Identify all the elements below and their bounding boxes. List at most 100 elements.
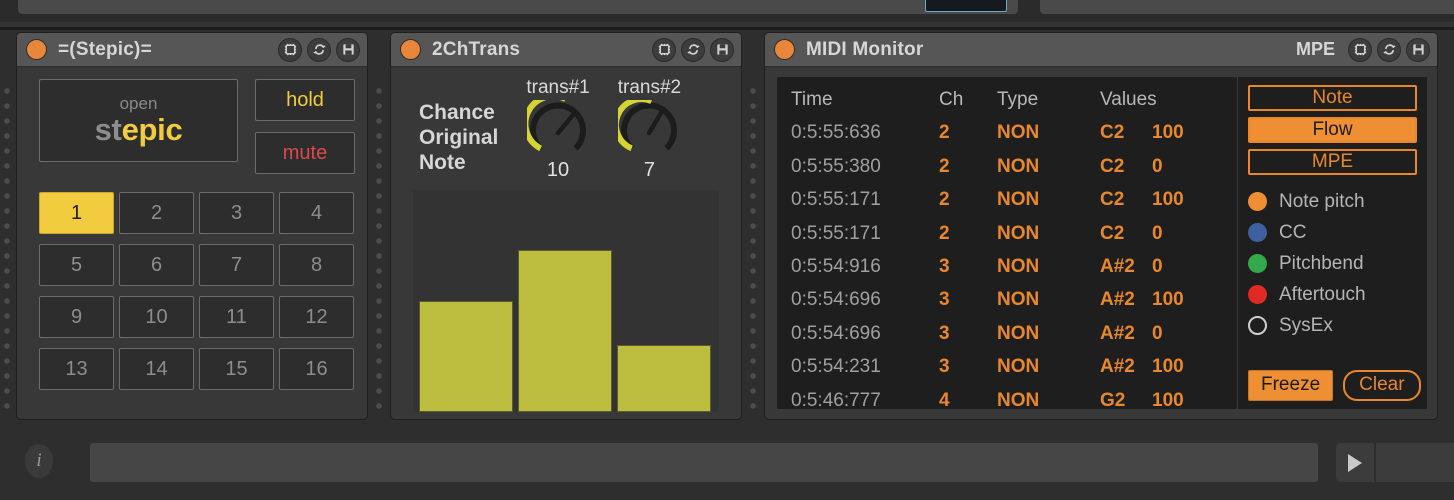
table-row: 3 — [939, 356, 950, 378]
save-icon[interactable] — [336, 37, 360, 62]
step-pad[interactable]: 4 — [279, 192, 354, 234]
freeze-button[interactable]: Freeze — [1248, 370, 1334, 401]
table-row: 3 — [939, 256, 950, 278]
tab-mpe[interactable]: MPE — [1248, 149, 1417, 175]
midi-event-table[interactable]: Time Ch Type Values 0:5:55:636 2 NON C2 … — [777, 77, 1237, 411]
device-2chtrans[interactable]: 2ChTrans Chance Original Note trans#1 10… — [390, 32, 742, 420]
device-midi-monitor[interactable]: MIDI Monitor MPE Time Ch Type Values 0:5… — [764, 32, 1438, 420]
clip-slot-selected[interactable] — [925, 0, 1007, 12]
knob-trans1-label: trans#1 — [526, 77, 590, 98]
device-2chtrans-header[interactable]: 2ChTrans — [391, 33, 741, 67]
power-led-icon[interactable] — [400, 39, 421, 60]
step-pad[interactable]: 12 — [279, 296, 354, 338]
sync-icon[interactable] — [1377, 37, 1401, 62]
step-pad[interactable]: 6 — [119, 244, 194, 286]
tab-flow[interactable]: Flow — [1248, 117, 1417, 143]
info-icon[interactable]: i — [25, 444, 53, 478]
step-pad[interactable]: 7 — [199, 244, 274, 286]
knob-trans2-label: trans#2 — [617, 77, 682, 98]
device-stepic-header[interactable]: =(Stepic)= — [17, 33, 367, 67]
column-header-time: Time — [791, 89, 833, 110]
step-pad[interactable]: 3 — [199, 192, 274, 234]
knob-trans2-dial[interactable] — [618, 100, 680, 162]
chart-bar — [518, 249, 612, 412]
stepic-logo: stepic — [94, 111, 183, 147]
chance-bar-chart — [413, 190, 719, 412]
pitchbend-dot-icon — [1248, 254, 1267, 273]
status-text-field[interactable] — [90, 443, 1318, 482]
cc-dot-icon — [1248, 223, 1267, 242]
step-pad[interactable]: 1 — [39, 192, 114, 234]
device-grip-rail-right[interactable] — [746, 87, 760, 417]
play-button[interactable] — [1336, 443, 1374, 482]
hold-button[interactable]: hold — [255, 79, 355, 121]
knob-group: trans#1 10 trans#2 7 — [526, 77, 681, 182]
device-grip-rail-middle[interactable] — [372, 87, 386, 417]
step-pad[interactable]: 8 — [279, 244, 354, 286]
step-pad[interactable]: 13 — [39, 348, 114, 390]
table-row: A#2 — [1100, 322, 1135, 344]
step-pad[interactable]: 14 — [119, 348, 194, 390]
legend-label: Pitchbend — [1279, 252, 1364, 274]
step-pad[interactable]: 9 — [39, 296, 114, 338]
table-row: NON — [997, 289, 1040, 311]
legend-item-cc: CC — [1248, 217, 1417, 248]
device-stepic[interactable]: =(Stepic)= open stepic hold mute 1 2 3 4… — [16, 32, 368, 420]
step-pad[interactable]: 16 — [279, 348, 354, 390]
mode-label-line: Chance — [419, 101, 495, 124]
table-row: NON — [997, 256, 1040, 278]
device-stepic-body: open stepic hold mute 1 2 3 4 5 6 7 8 9 … — [17, 67, 367, 419]
power-led-icon[interactable] — [774, 39, 795, 60]
device-grip-rail-left[interactable] — [0, 87, 14, 417]
step-pad[interactable]: 10 — [119, 296, 194, 338]
tab-note[interactable]: Note — [1248, 85, 1417, 111]
mode-label-line: Original — [419, 125, 499, 149]
device-stepic-title: =(Stepic)= — [58, 38, 152, 60]
clear-button[interactable]: Clear — [1343, 370, 1421, 401]
midi-monitor-sidebar: Note Flow MPE Note pitch CC Pitchbend Af… — [1237, 77, 1427, 409]
table-row: 2 — [939, 155, 950, 177]
knob-trans1-dial[interactable] — [527, 100, 589, 162]
stepic-logo-prefix: st — [94, 111, 122, 147]
transport-extra-area[interactable] — [1376, 443, 1454, 482]
table-row: 2 — [939, 122, 950, 144]
table-row: 4 — [939, 389, 950, 411]
chip-icon[interactable] — [278, 37, 302, 62]
step-pad[interactable]: 5 — [39, 244, 114, 286]
table-row: 100 — [1152, 289, 1184, 311]
play-triangle-icon — [1348, 453, 1362, 472]
chip-icon[interactable] — [652, 37, 676, 62]
save-icon[interactable] — [1406, 37, 1430, 62]
table-row: NON — [997, 155, 1040, 177]
open-stepic-button[interactable]: open stepic — [39, 79, 238, 162]
step-pad[interactable]: 11 — [199, 296, 274, 338]
table-row: 0 — [1152, 322, 1163, 344]
clip-slot-left[interactable] — [18, 0, 1018, 14]
step-pad[interactable]: 15 — [199, 348, 274, 390]
legend-label: Aftertouch — [1279, 283, 1366, 305]
clip-slot-right[interactable] — [1040, 0, 1454, 14]
table-row: 100 — [1152, 356, 1184, 378]
table-row: 0:5:54:231 — [791, 356, 881, 378]
table-row: 0:5:46:777 — [791, 389, 881, 411]
chip-icon[interactable] — [1348, 37, 1372, 62]
sync-icon[interactable] — [681, 37, 705, 62]
table-row: A#2 — [1100, 356, 1135, 378]
mpe-tag: MPE — [1295, 39, 1335, 59]
table-row: C2 — [1100, 222, 1125, 244]
column-header-ch: Ch — [939, 89, 964, 110]
device-2chtrans-title: 2ChTrans — [432, 38, 521, 60]
knob-trans1[interactable]: trans#1 10 — [526, 77, 589, 182]
arrangement-strip — [0, 0, 1454, 22]
step-pad[interactable]: 2 — [119, 192, 194, 234]
knob-trans2[interactable]: trans#2 7 — [618, 77, 681, 182]
mute-button[interactable]: mute — [255, 132, 355, 174]
save-icon[interactable] — [710, 37, 734, 62]
power-led-icon[interactable] — [26, 39, 47, 60]
table-row: 0 — [1152, 155, 1163, 177]
sysex-circle-icon — [1248, 316, 1267, 335]
sync-icon[interactable] — [307, 37, 331, 62]
rack-top-edge — [0, 27, 1454, 30]
device-midi-monitor-header[interactable]: MIDI Monitor MPE — [765, 33, 1437, 67]
table-row: C2 — [1100, 155, 1125, 177]
